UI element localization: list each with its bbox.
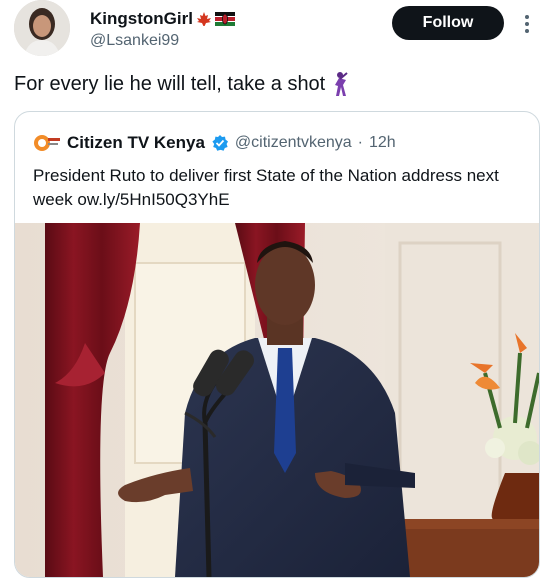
avatar-image	[14, 0, 70, 56]
quoted-separator: ·	[357, 134, 363, 151]
quoted-tweet-photo[interactable]	[15, 223, 539, 577]
dancer-icon	[335, 72, 348, 96]
quoted-tweet[interactable]: Citizen TV Kenya @citizentvkenya · 12h P…	[14, 111, 540, 578]
tweet-author: KingstonGirl @Lsankei99	[90, 8, 235, 52]
quoted-handle[interactable]: @citizentvkenya	[235, 134, 352, 152]
follow-button[interactable]: Follow	[392, 6, 504, 40]
author-handle[interactable]: @Lsankei99	[90, 30, 235, 52]
quoted-tweet-text: President Ruto to deliver first State of…	[33, 166, 499, 209]
avatar[interactable]	[14, 0, 70, 56]
more-icon[interactable]	[520, 12, 534, 36]
author-display-name[interactable]: KingstonGirl	[90, 8, 193, 30]
tweet-text: For every lie he will tell, take a shot	[14, 70, 349, 98]
verified-badge-icon	[212, 135, 228, 151]
quoted-timestamp[interactable]: 12h	[369, 134, 396, 152]
quoted-display-name[interactable]: Citizen TV Kenya	[67, 133, 205, 153]
citizen-logo-icon	[34, 135, 60, 151]
kenya-flag-icon	[214, 12, 235, 26]
tweet-text-content: For every lie he will tell, take a shot	[14, 73, 326, 95]
maple-leaf-icon	[196, 12, 211, 26]
quoted-tweet-header: Citizen TV Kenya @citizentvkenya · 12h	[33, 132, 396, 154]
author-name-row[interactable]: KingstonGirl	[90, 8, 235, 30]
